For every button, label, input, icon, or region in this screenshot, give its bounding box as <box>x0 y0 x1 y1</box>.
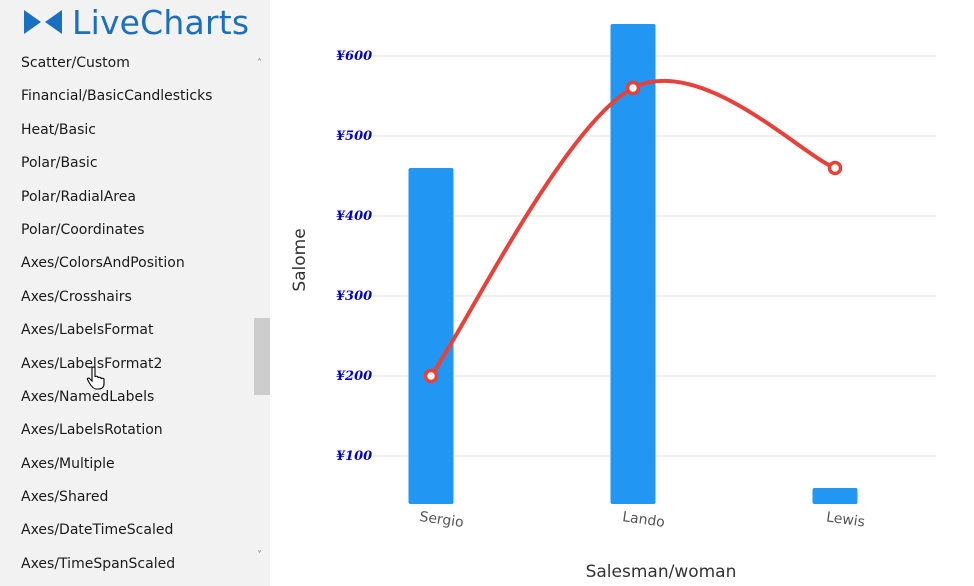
logo: LiveCharts <box>22 0 249 44</box>
y-tick-label: ¥600 <box>336 49 372 64</box>
scrollbar-thumb[interactable] <box>254 318 270 395</box>
y-tick-label: ¥500 <box>336 129 372 144</box>
bar[interactable] <box>610 24 656 504</box>
sidebar-item[interactable]: Polar/Basic <box>0 147 254 180</box>
sidebar-item[interactable]: Axes/Multiple <box>0 448 254 481</box>
y-tick-label: ¥100 <box>336 449 372 464</box>
sidebar-item[interactable]: Axes/LabelsRotation <box>0 414 254 447</box>
sidebar-item[interactable]: Financial/BasicCandlesticks <box>0 80 254 113</box>
sidebar-item[interactable]: Polar/Coordinates <box>0 214 254 247</box>
chevron-up-icon[interactable]: ˄ <box>257 58 262 69</box>
x-axis-title: Salesman/woman <box>586 562 737 582</box>
x-tick-label: Sergio <box>418 509 464 531</box>
x-tick-label: Lando <box>621 509 666 531</box>
line-point[interactable] <box>423 368 439 384</box>
chart-area: ¥100 ¥200 ¥300 ¥400 ¥500 ¥600 Sergio Lando Lewi… <box>270 0 974 586</box>
line-point[interactable] <box>625 80 641 96</box>
sample-list: Scatter/Custom Financial/BasicCandlestick… <box>0 47 254 581</box>
bar[interactable] <box>408 168 454 504</box>
sidebar-item[interactable]: Scatter/Custom <box>0 47 254 80</box>
sidebar-item[interactable]: Axes/DateTimeScaled <box>0 514 254 547</box>
sidebar-item[interactable]: Heat/Basic <box>0 114 254 147</box>
hand-cursor-icon <box>86 366 105 390</box>
bar[interactable] <box>812 488 858 504</box>
y-tick-label: ¥400 <box>336 209 372 224</box>
y-axis-title: Salome <box>290 228 310 291</box>
livecharts-logo-icon <box>24 10 62 34</box>
sidebar-item[interactable]: Axes/NamedLabels <box>0 381 254 414</box>
chart: ¥100 ¥200 ¥300 ¥400 ¥500 ¥600 Sergio Lando Lewi… <box>290 24 936 582</box>
sidebar-item[interactable]: Polar/RadialArea <box>0 181 254 214</box>
sidebar-item[interactable]: Axes/ColorsAndPosition <box>0 247 254 280</box>
sidebar-item[interactable]: Axes/Shared <box>0 481 254 514</box>
line-point[interactable] <box>827 160 843 176</box>
chevron-down-icon[interactable]: ˅ <box>257 550 262 561</box>
sidebar-item[interactable]: Axes/Crosshairs <box>0 281 254 314</box>
x-tick-label: Lewis <box>825 509 866 530</box>
y-tick-label: ¥300 <box>336 289 372 304</box>
sidebar-item[interactable]: Axes/LabelsFormat <box>0 314 254 347</box>
sidebar-scrollbar[interactable]: ˄ ˅ <box>254 50 270 568</box>
sidebar-item[interactable]: Axes/LabelsFormat2 <box>0 348 254 381</box>
y-tick-label: ¥200 <box>336 369 372 384</box>
sidebar: LiveCharts Scatter/Custom Financial/Basic… <box>0 0 270 586</box>
sidebar-item[interactable]: Axes/TimeSpanScaled <box>0 548 254 581</box>
logo-text: LiveCharts <box>72 2 250 42</box>
